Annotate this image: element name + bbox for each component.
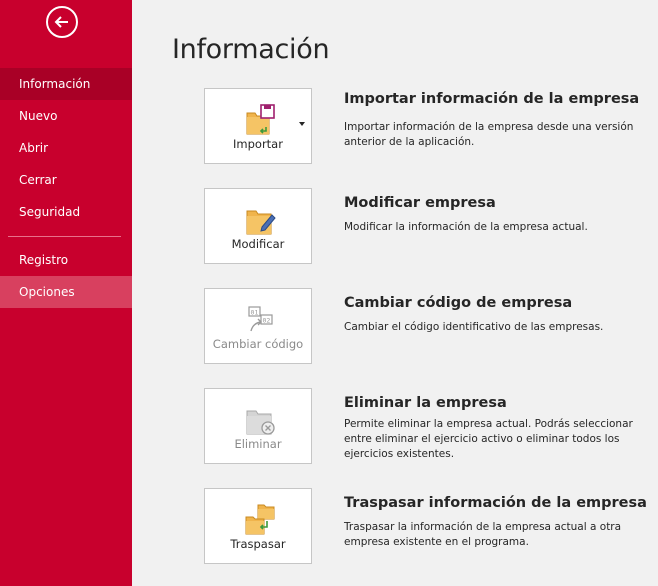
transfer-button-label: Traspasar [230, 537, 286, 551]
arrow-left-icon [54, 16, 68, 28]
sidebar-item-seguridad[interactable]: Seguridad [0, 196, 132, 228]
back-button[interactable] [46, 6, 78, 38]
svg-text:02: 02 [263, 317, 271, 325]
sidebar-item-abrir[interactable]: Abrir [0, 132, 132, 164]
sidebar-divider [8, 236, 121, 237]
section-desc-transfer: Traspasar la información de la empresa a… [344, 521, 622, 548]
section-title-transfer: Traspasar información de la empresa [344, 495, 647, 511]
import-folder-save-icon [246, 104, 275, 135]
change-code-icon: 01 02 [248, 306, 273, 332]
section-desc-delete: Permite eliminar la empresa actual. Podr… [344, 418, 633, 460]
import-button-label: Importar [233, 137, 283, 151]
main-content: Información Importar Importar informació… [132, 0, 658, 586]
page-title: Información [172, 34, 330, 65]
modify-button[interactable]: Modificar [204, 188, 312, 264]
transfer-button[interactable]: Traspasar [204, 488, 312, 564]
delete-button[interactable]: Eliminar [204, 388, 312, 464]
section-title-delete: Eliminar la empresa [344, 395, 507, 411]
folder-pencil-icon [246, 210, 276, 235]
backstage-view: Información Nuevo Abrir Cerrar Seguridad… [0, 0, 658, 586]
sidebar-item-opciones[interactable]: Opciones [0, 276, 132, 308]
sidebar-item-registro[interactable]: Registro [0, 244, 132, 276]
sidebar-item-nuevo[interactable]: Nuevo [0, 100, 132, 132]
section-desc-modify: Modificar la información de la empresa a… [344, 221, 588, 233]
chevron-down-icon[interactable] [299, 122, 305, 126]
change-code-button[interactable]: 01 02 Cambiar código [204, 288, 312, 364]
section-title-modify: Modificar empresa [344, 195, 496, 211]
import-button[interactable]: Importar [204, 88, 312, 164]
sidebar: Información Nuevo Abrir Cerrar Seguridad… [0, 0, 132, 586]
modify-button-label: Modificar [231, 237, 285, 251]
section-desc-change-code: Cambiar el código identificativo de las … [344, 321, 604, 333]
section-title-change-code: Cambiar código de empresa [344, 295, 573, 311]
svg-text:01: 01 [251, 309, 259, 317]
section-title-import: Importar información de la empresa [344, 91, 640, 107]
sidebar-item-cerrar[interactable]: Cerrar [0, 164, 132, 196]
change-code-button-label: Cambiar código [212, 337, 304, 351]
delete-button-label: Eliminar [234, 437, 282, 451]
delete-folder-icon [246, 410, 275, 435]
sidebar-item-informacion[interactable]: Información [0, 68, 132, 100]
section-desc-import: Importar información de la empresa desde… [344, 121, 634, 148]
transfer-folders-icon [245, 504, 275, 535]
